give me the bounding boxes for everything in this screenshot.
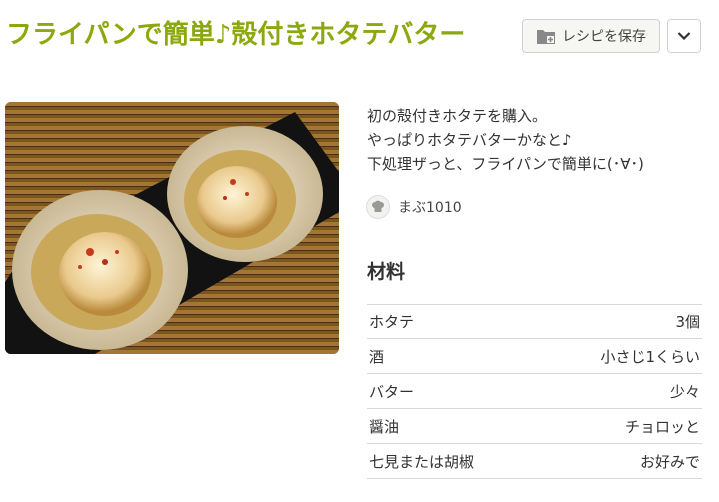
ingredients-list: ホタテ 3個 酒 小さじ1くらい バター 少々 醤油 チョロッと 七見または胡椒… bbox=[367, 304, 702, 479]
save-recipe-button[interactable]: レシピを保存 bbox=[522, 19, 660, 53]
description-line: やっぱりホタテバターかなと♪ bbox=[367, 131, 572, 149]
ingredient-quantity: 少々 bbox=[669, 382, 700, 401]
recipe-title: フライパンで簡単♪殻付きホタテバター bbox=[6, 20, 466, 50]
description-line: 下処理ザっと、フライパンで簡単に(･∀･) bbox=[367, 155, 644, 173]
author-name: まぶ1010 bbox=[398, 200, 462, 216]
ingredient-name: 酒 bbox=[369, 347, 385, 366]
ingredient-row: ホタテ 3個 bbox=[367, 304, 702, 339]
ingredient-row: 醤油 チョロッと bbox=[367, 409, 702, 444]
ingredient-name: 七見または胡椒 bbox=[369, 452, 475, 471]
ingredient-name: バター bbox=[369, 382, 415, 401]
save-recipe-label: レシピを保存 bbox=[562, 29, 646, 45]
ingredient-row: 酒 小さじ1くらい bbox=[367, 339, 702, 374]
ingredient-quantity: 小さじ1くらい bbox=[600, 347, 700, 366]
ingredient-quantity: お好みで bbox=[639, 452, 700, 471]
recipe-photo[interactable] bbox=[5, 102, 339, 354]
ingredient-row: バター 少々 bbox=[367, 374, 702, 409]
folder-plus-icon bbox=[537, 30, 555, 44]
chef-hat-icon bbox=[372, 200, 384, 212]
more-menu-button[interactable] bbox=[667, 19, 701, 53]
chevron-down-icon bbox=[677, 32, 691, 41]
ingredients-heading: 材料 bbox=[367, 261, 406, 283]
ingredient-name: ホタテ bbox=[369, 313, 415, 331]
ingredient-quantity: チョロッと bbox=[624, 417, 700, 436]
description-line: 初の殻付きホタテを購入。 bbox=[367, 107, 548, 125]
avatar bbox=[366, 195, 390, 219]
ingredient-quantity: 3個 bbox=[675, 313, 700, 331]
author-link[interactable]: まぶ1010 bbox=[366, 195, 462, 219]
scallop-photo-illustration bbox=[5, 102, 339, 354]
ingredient-name: 醤油 bbox=[369, 417, 400, 436]
ingredient-row: 七見または胡椒 お好みで bbox=[367, 444, 702, 479]
recipe-description: 初の殻付きホタテを購入。 やっぱりホタテバターかなと♪ 下処理ザっと、フライパン… bbox=[367, 104, 707, 176]
